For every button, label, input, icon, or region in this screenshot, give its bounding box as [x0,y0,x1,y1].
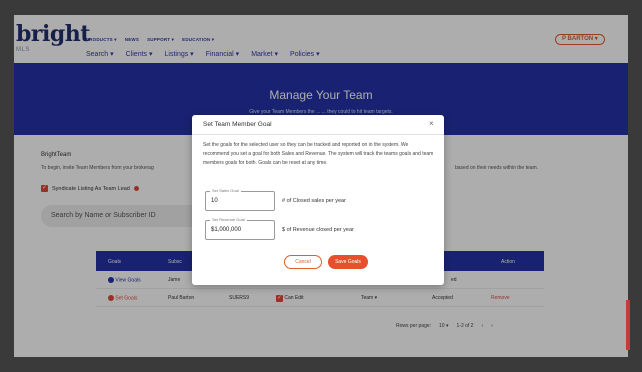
cancel-button[interactable]: Cancel [284,255,322,269]
sales-goal-field[interactable]: Set Sales Goal 10 [205,188,275,211]
revenue-goal-field[interactable]: Set Revenue Goal $1,000,000 [205,217,275,240]
app-window: bright MLS PRODUCTS ▾ NEWS SUPPORT ▾ EDU… [14,15,628,357]
revenue-goal-value: $1,000,000 [211,227,242,233]
dialog-header: Set Team Member Goal × [192,115,444,135]
edge-accent [626,300,630,350]
set-goal-dialog: Set Team Member Goal × Set the goals for… [192,115,444,285]
dialog-description: Set the goals for the selected user so t… [203,142,434,166]
save-goals-button[interactable]: Save Goals [328,255,368,269]
close-icon[interactable]: × [429,119,434,128]
sales-goal-label: Set Sales Goal [210,188,241,193]
revenue-goal-description: $ of Revenue closed per year [282,227,354,233]
revenue-goal-label: Set Revenue Goal [210,217,247,222]
dialog-title: Set Team Member Goal [203,121,272,128]
sales-goal-value: 10 [211,198,218,204]
sales-goal-description: # of Closed sales per year [282,198,346,204]
